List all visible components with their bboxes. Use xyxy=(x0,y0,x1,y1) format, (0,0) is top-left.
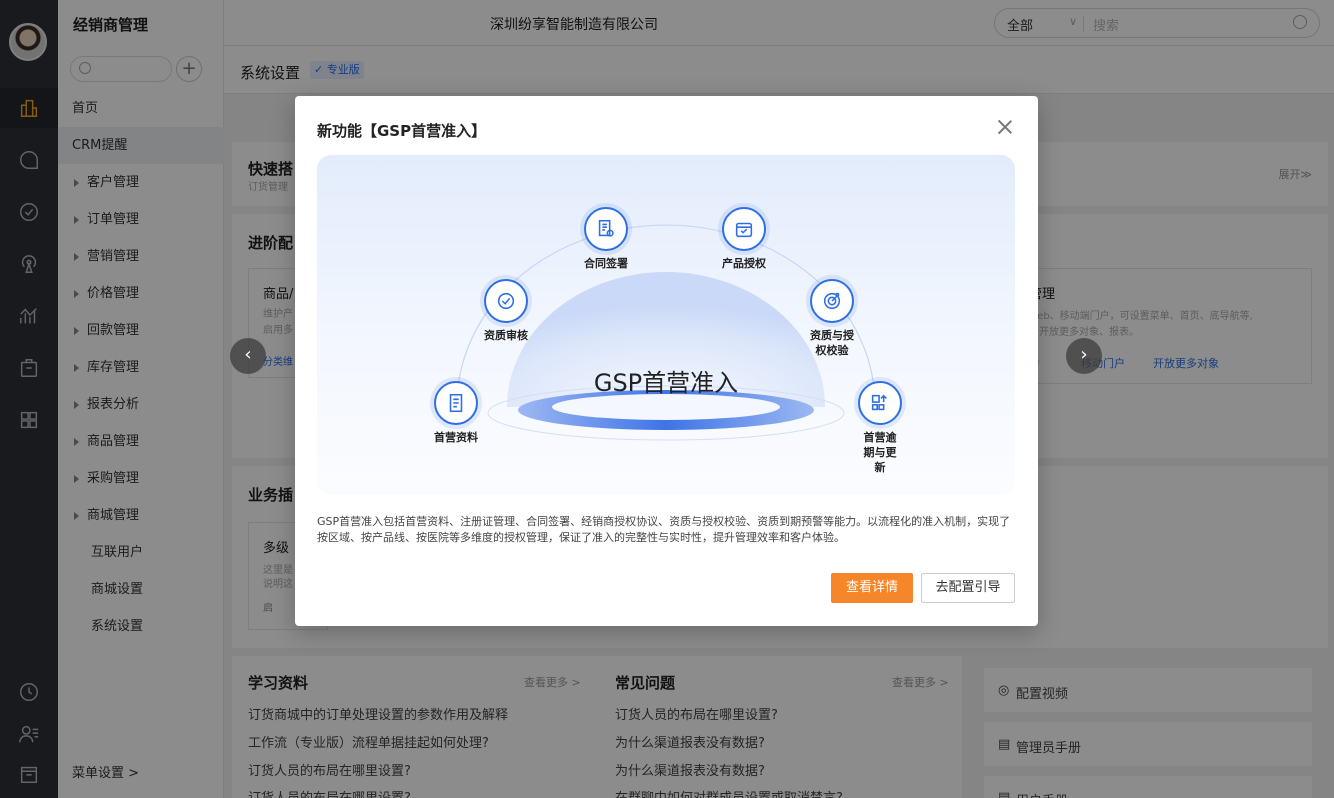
document-list-icon xyxy=(434,381,478,425)
modal-description: GSP首营准入包括首营资料、注册证管理、合同签署、经销商授权协议、资质与授权校验… xyxy=(317,515,1011,544)
node-label: 首营资料 xyxy=(434,431,478,444)
close-icon[interactable] xyxy=(996,118,1014,136)
feature-illustration: GSP首营准入 合同签署 产品授权 资质审核 资质与授权校验 首营资料 首营逾期… xyxy=(317,155,1015,495)
document-sign-icon xyxy=(584,207,628,251)
config-guide-button[interactable]: 去配置引导 xyxy=(921,573,1015,603)
prev-arrow-icon[interactable]: ‹ xyxy=(230,338,266,374)
box-check-icon xyxy=(722,207,766,251)
node-product-auth: 产品授权 xyxy=(699,207,789,271)
view-details-button[interactable]: 查看详情 xyxy=(831,573,913,603)
node-qualification: 资质审核 xyxy=(461,279,551,343)
node-verify: 资质与授权校验 xyxy=(787,279,877,358)
node-label: 合同签署 xyxy=(584,257,628,270)
feature-modal: 新功能【GSP首营准入】 GSP首营准入 合同签署 产品授权 资质审核 资质与授… xyxy=(295,96,1038,626)
node-first-data: 首营资料 xyxy=(411,381,501,445)
node-contract: 合同签署 xyxy=(561,207,651,271)
node-label: 首营逾期与更新 xyxy=(863,431,897,474)
refresh-grid-icon xyxy=(858,381,902,425)
target-icon xyxy=(810,279,854,323)
node-label: 产品授权 xyxy=(722,257,766,270)
node-label: 资质与授权校验 xyxy=(810,329,854,357)
next-arrow-icon[interactable]: › xyxy=(1066,338,1102,374)
check-circle-icon xyxy=(484,279,528,323)
node-label: 资质审核 xyxy=(484,329,528,342)
modal-title: 新功能【GSP首营准入】 xyxy=(317,122,487,140)
node-renewal: 首营逾期与更新 xyxy=(835,381,925,475)
